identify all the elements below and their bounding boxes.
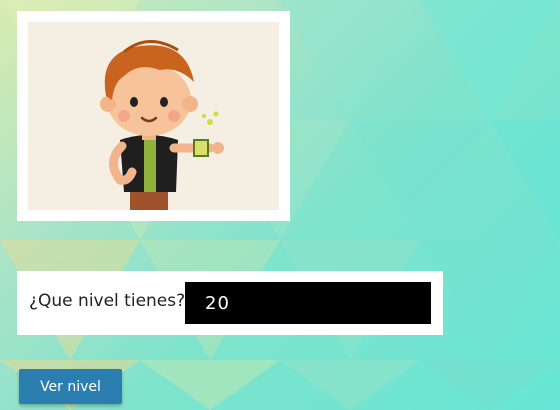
ver-nivel-button[interactable]: Ver nivel [19,369,122,404]
cartoon-boy-illustration [100,40,224,210]
level-question-label: ¿Que nivel tienes? [29,291,186,311]
level-input[interactable] [185,282,431,324]
character-image [28,22,279,210]
character-image-frame [17,11,290,221]
level-form-panel: ¿Que nivel tienes? [17,271,443,335]
